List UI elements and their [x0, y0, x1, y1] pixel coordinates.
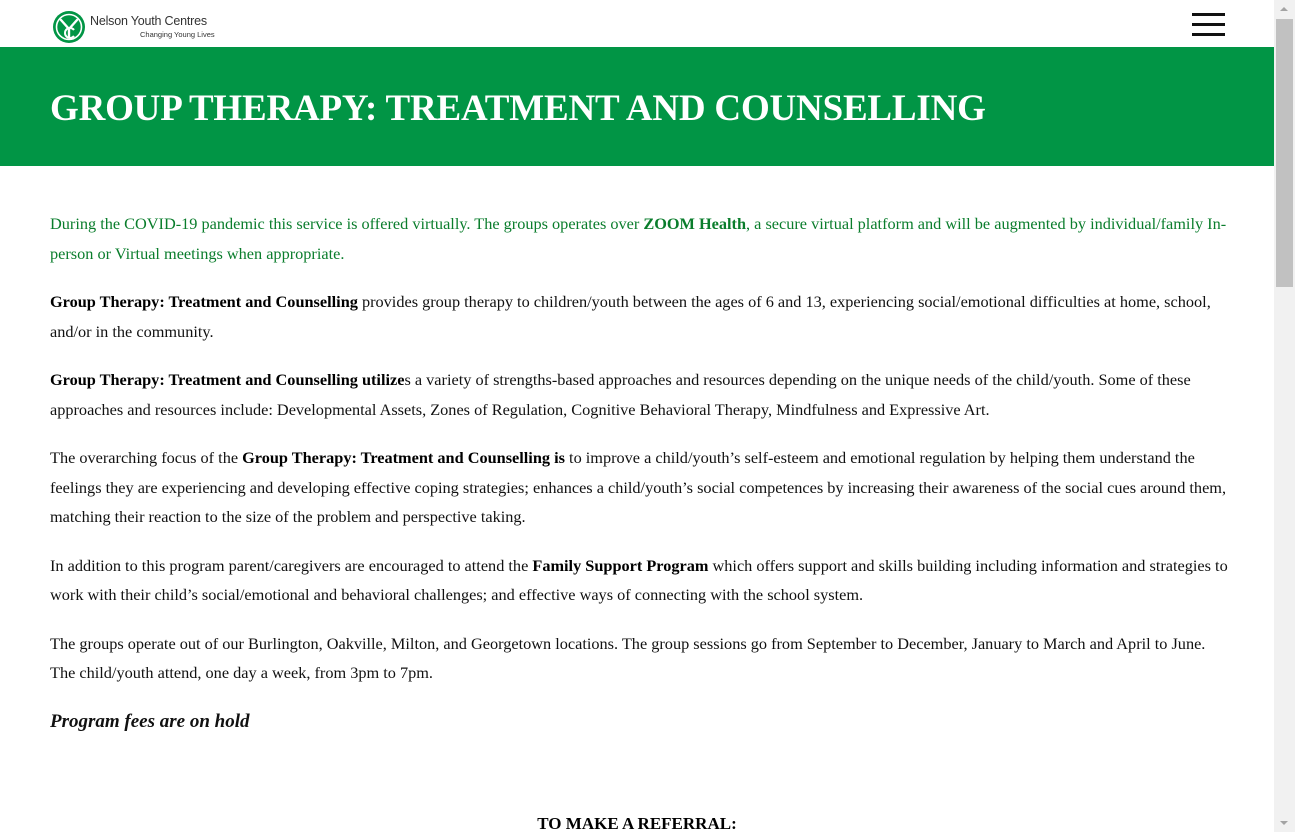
scrollbar-thumb[interactable] — [1276, 19, 1293, 287]
approaches-paragraph: Group Therapy: Treatment and Counselling… — [50, 365, 1228, 424]
family-support-program-text: Family Support Program — [532, 555, 709, 575]
logo-name: Nelson Youth Centres — [90, 14, 207, 28]
covid-notice: During the COVID-19 pandemic this servic… — [50, 209, 1228, 268]
intro-bold-text: Group Therapy: Treatment and Counselling — [50, 292, 358, 311]
vertical-scrollbar[interactable] — [1274, 0, 1295, 832]
hamburger-menu-icon — [1192, 13, 1225, 16]
zoom-health-text: ZOOM Health — [643, 214, 747, 233]
covid-notice-text: During the COVID-19 pandemic this servic… — [50, 214, 644, 233]
focus-paragraph: The overarching focus of the Group Thera… — [50, 443, 1228, 532]
nyc-logo-icon — [53, 11, 85, 43]
page-title: GROUP THERAPY: TREATMENT AND COUNSELLING — [50, 88, 986, 129]
approaches-bold-text: Group Therapy: Treatment and Counselling… — [50, 370, 405, 389]
family-text-start: In addition to this program parent/careg… — [50, 555, 533, 575]
locations-paragraph: The groups operate out of our Burlington… — [50, 633, 1206, 683]
program-fees-note: Program fees are on hold — [50, 710, 250, 732]
site-header: Nelson Youth Centres Changing Young Live… — [0, 0, 1274, 47]
intro-paragraph: Group Therapy: Treatment and Counselling… — [50, 287, 1228, 346]
main-content: During the COVID-19 pandemic this servic… — [50, 209, 1228, 737]
family-support-paragraph: In addition to this program parent/careg… — [50, 551, 1228, 610]
hamburger-menu-button[interactable] — [1192, 13, 1225, 37]
logo-tagline: Changing Young Lives — [140, 30, 215, 39]
focus-bold-text: Group Therapy: Treatment and Counselling… — [242, 448, 565, 467]
focus-text-start: The overarching focus of the — [50, 448, 243, 467]
page-hero-banner: GROUP THERAPY: TREATMENT AND COUNSELLING — [0, 47, 1274, 166]
scroll-down-arrow-icon[interactable] — [1274, 815, 1295, 832]
site-logo[interactable]: Nelson Youth Centres Changing Young Live… — [52, 10, 222, 44]
scroll-up-arrow-icon[interactable] — [1274, 0, 1295, 17]
hamburger-menu-icon-bar — [1192, 23, 1225, 26]
referral-heading: TO MAKE A REFERRAL: — [537, 814, 737, 833]
hamburger-menu-icon-bar — [1192, 33, 1225, 36]
